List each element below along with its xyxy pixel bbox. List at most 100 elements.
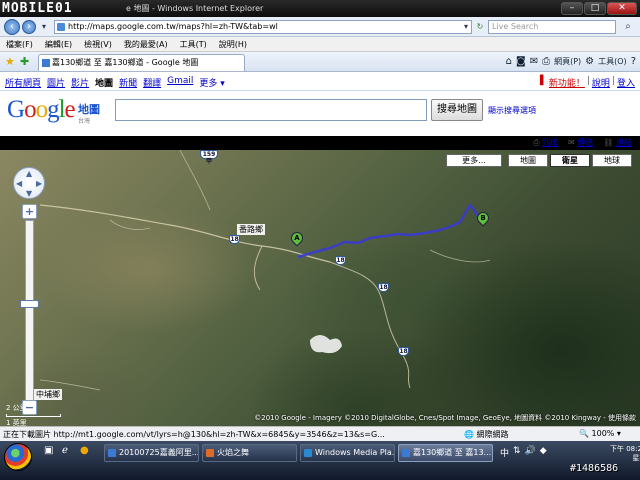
- link-icon: ⛓: [603, 138, 614, 147]
- road: [39, 204, 331, 263]
- place-label-fanlu: 番路鄉: [237, 224, 265, 235]
- browser-tab[interactable]: 嘉130鄉道 至 嘉130鄉道 - Google 地圖: [38, 54, 245, 71]
- marker-b[interactable]: B: [474, 209, 492, 228]
- help-icon[interactable]: ?: [631, 55, 636, 69]
- google-logo[interactable]: Google: [7, 96, 76, 124]
- command-bar: ⌂ ◙ ✉ ⎙ 網頁(P) ⚙ 工具(O) ?: [506, 55, 636, 69]
- nav-images[interactable]: 圖片: [47, 76, 65, 89]
- tools-menu[interactable]: 工具(O): [598, 55, 627, 69]
- nav-all-web[interactable]: 所有網頁: [5, 76, 41, 89]
- pan-control[interactable]: ▲ ▼ ◀ ▶: [13, 167, 45, 199]
- map-search-input[interactable]: [115, 99, 427, 121]
- status-bar: 正在下載圖片 http://mt1.google.com/vt/lyrs=h@1…: [0, 426, 640, 441]
- logo-maps-label: 地圖: [78, 103, 100, 116]
- road: [253, 245, 263, 291]
- search-options-link[interactable]: 顯示搜尋選項: [488, 105, 536, 116]
- search-maps-button[interactable]: 搜尋地圖: [431, 99, 483, 121]
- nav-maps-current: 地圖: [95, 79, 114, 89]
- task-item[interactable]: 嘉130鄉道 至 嘉13...: [398, 444, 493, 462]
- menu-view[interactable]: 檢視(V): [78, 37, 118, 51]
- google-nav: 所有網頁 圖片 影片 地圖 新聞 翻譯 Gmail 更多 ▾ ▌ 新功能！ | …: [0, 72, 640, 91]
- send-link[interactable]: 傳送: [577, 138, 593, 147]
- address-dropdown-icon[interactable]: ▾: [460, 20, 472, 34]
- task-list: 20100725嘉義阿里... 火焰之舞 Windows Media Pla..…: [104, 444, 493, 462]
- favorites-star-icon[interactable]: ★: [5, 55, 15, 69]
- taskbar: ▣ ℯ ● 20100725嘉義阿里... 火焰之舞 Windows Media…: [0, 441, 640, 480]
- tray-app-icon[interactable]: ◆: [540, 446, 547, 459]
- nav-translate[interactable]: 翻譯: [143, 76, 161, 89]
- system-tray: 中 ⇅ 🔊 ◆ 下午 08:28 星期: [496, 444, 640, 480]
- home-icon[interactable]: ⌂: [506, 55, 512, 69]
- google-header: Google 地圖 台灣 搜尋地圖 顯示搜尋選項 ⎙ 列印 ✉ 傳送 ⛓ 連結: [0, 91, 640, 147]
- start-button[interactable]: [4, 443, 32, 471]
- link-link[interactable]: 連結: [616, 138, 632, 147]
- task-item[interactable]: 火焰之舞: [202, 444, 297, 462]
- task-item[interactable]: Windows Media Pla...: [300, 444, 395, 462]
- ie-quicklaunch-icon[interactable]: ℯ: [62, 445, 68, 456]
- refresh-icon[interactable]: ↻: [474, 20, 486, 34]
- security-zone: 🌐 網際網路: [464, 430, 509, 439]
- map-tools: ⎙ 列印 ✉ 傳送 ⛓ 連結: [533, 137, 632, 148]
- help-link[interactable]: 說明: [592, 76, 610, 89]
- forward-button[interactable]: ›: [22, 20, 36, 34]
- road: [329, 261, 411, 389]
- pan-down-icon[interactable]: ▼: [26, 189, 32, 198]
- menu-favorites[interactable]: 我的最愛(A): [118, 37, 174, 51]
- send-mail-icon: ✉: [568, 138, 575, 147]
- zoom-in-button[interactable]: +: [22, 204, 37, 219]
- tray-lang-icon[interactable]: 中: [500, 446, 509, 459]
- route-shield: 18: [229, 235, 240, 244]
- map-canvas[interactable]: 更多... 地圖 衛星 地球 ▲ ▼ ◀ ▶ + − 番路鄉 中埔鄉 18 18…: [0, 150, 640, 426]
- address-input[interactable]: http://maps.google.com.tw/maps?hl=zh-TW&…: [54, 20, 472, 34]
- new-feature-link[interactable]: 新功能！: [549, 76, 585, 89]
- pan-left-icon[interactable]: ◀: [16, 179, 22, 188]
- print-icon[interactable]: ⎙: [542, 55, 550, 69]
- feeds-icon[interactable]: ◙: [516, 55, 526, 69]
- close-button[interactable]: ✕: [607, 2, 637, 15]
- login-link[interactable]: 登入: [617, 76, 635, 89]
- marker-a[interactable]: A: [288, 229, 306, 248]
- menu-help[interactable]: 說明(H): [213, 37, 253, 51]
- zoom-slider-track[interactable]: [25, 220, 34, 401]
- menu-tools[interactable]: 工具(T): [174, 37, 213, 51]
- back-button[interactable]: ‹: [4, 19, 20, 35]
- menu-edit[interactable]: 編輯(E): [39, 37, 78, 51]
- logo-region-label: 台灣: [78, 118, 91, 125]
- window-controls: – □ ✕: [561, 2, 637, 15]
- recent-pages-icon[interactable]: ▾: [38, 20, 50, 34]
- tray-volume-icon[interactable]: 🔊: [525, 446, 536, 459]
- menu-bar: 檔案(F) 編輯(E) 檢視(V) 我的最愛(A) 工具(T) 說明(H): [0, 37, 640, 52]
- nav-more[interactable]: 更多 ▾: [199, 76, 224, 89]
- media-quicklaunch-icon[interactable]: ●: [80, 445, 89, 456]
- more-button[interactable]: 更多...: [446, 154, 502, 167]
- minimize-button[interactable]: –: [561, 2, 583, 15]
- status-text: 正在下載圖片 http://mt1.google.com/vt/lyrs=h@1…: [3, 430, 385, 439]
- pan-right-icon[interactable]: ▶: [36, 179, 42, 188]
- road: [429, 249, 491, 263]
- zoom-slider-handle[interactable]: [20, 300, 39, 308]
- title-bar: MOBILE01 e 地圖 - Windows Internet Explore…: [0, 0, 640, 17]
- nav-news[interactable]: 新聞: [119, 76, 137, 89]
- nav-gmail[interactable]: Gmail: [167, 76, 193, 89]
- add-favorite-icon[interactable]: ✚: [20, 55, 29, 69]
- map-type-satellite[interactable]: 衛星: [550, 154, 590, 167]
- maximize-button[interactable]: □: [584, 2, 606, 15]
- tray-network-icon[interactable]: ⇅: [513, 446, 521, 459]
- map-type-map[interactable]: 地圖: [508, 154, 548, 167]
- task-item[interactable]: 20100725嘉義阿里...: [104, 444, 199, 462]
- menu-file[interactable]: 檔案(F): [0, 37, 39, 51]
- clock[interactable]: 下午 08:28 星期: [610, 445, 640, 463]
- zoom-level[interactable]: 🔍 100% ▾: [579, 429, 621, 438]
- route-shield: 18: [335, 256, 346, 265]
- page-menu[interactable]: 網頁(P): [554, 55, 581, 69]
- nav-videos[interactable]: 影片: [71, 76, 89, 89]
- print-link[interactable]: 列印: [542, 138, 558, 147]
- mail-icon[interactable]: ✉: [530, 55, 538, 69]
- pan-up-icon[interactable]: ▲: [26, 169, 32, 178]
- map-scale: 2 公里 1 英里: [6, 403, 61, 426]
- show-desktop-icon[interactable]: ▣: [44, 445, 53, 456]
- live-search-input[interactable]: Live Search: [488, 20, 616, 34]
- map-type-earth[interactable]: 地球: [592, 154, 632, 167]
- tools-gear-icon[interactable]: ⚙: [585, 55, 594, 69]
- search-icon[interactable]: ⌕: [620, 20, 636, 34]
